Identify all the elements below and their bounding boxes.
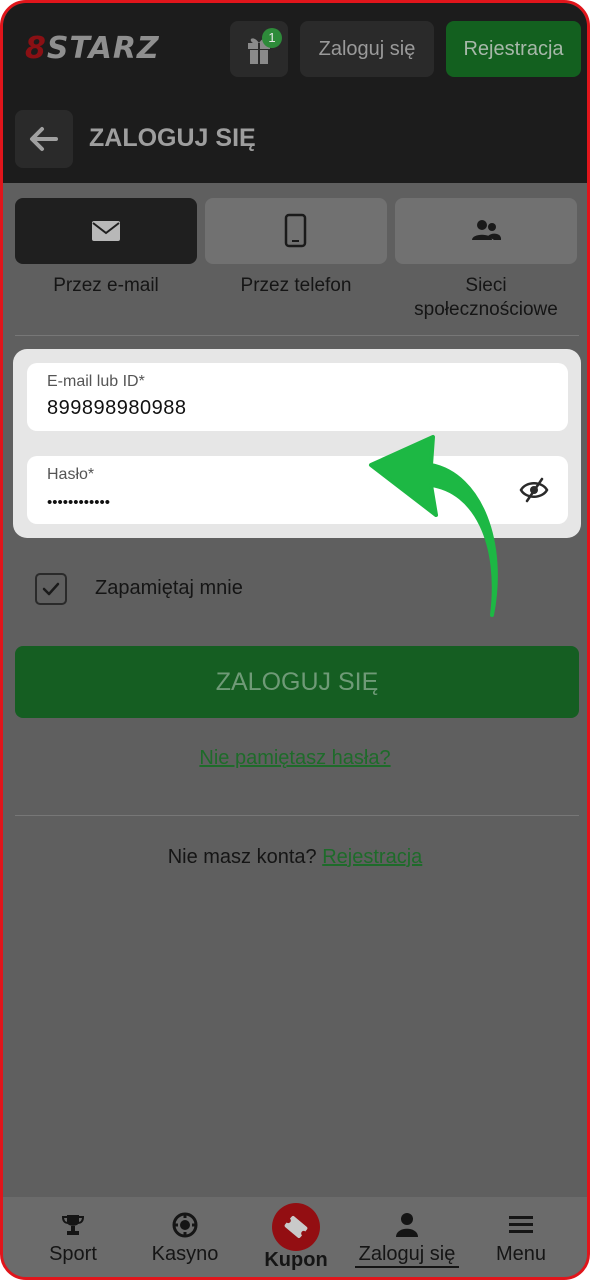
kupon-circle xyxy=(272,1203,320,1251)
nav-menu[interactable]: Menu xyxy=(471,1197,571,1277)
nav-menu-label: Menu xyxy=(495,1243,547,1265)
chip-icon xyxy=(172,1212,198,1238)
nav-sport-label: Sport xyxy=(49,1243,97,1265)
nav-casino-label: Kasyno xyxy=(151,1243,219,1265)
nav-login[interactable]: Zaloguj się xyxy=(345,1197,469,1277)
menu-icon xyxy=(509,1216,533,1233)
trophy-icon xyxy=(61,1215,85,1235)
ticket-icon xyxy=(284,1216,308,1238)
user-icon xyxy=(396,1213,418,1237)
nav-kupon-label: Kupon xyxy=(264,1249,328,1271)
bottom-nav: Sport Kasyno Kupon Zaloguj się Menu xyxy=(3,1197,587,1277)
nav-kupon[interactable]: Kupon xyxy=(246,1197,346,1277)
nav-login-label: Zaloguj się xyxy=(355,1243,459,1268)
app-frame: 8STARZ 1 Zaloguj się Rejestracja ZALOGUJ… xyxy=(0,0,590,1280)
nav-casino[interactable]: Kasyno xyxy=(135,1197,235,1277)
nav-sport[interactable]: Sport xyxy=(23,1197,123,1277)
annotation-arrow xyxy=(369,435,498,617)
